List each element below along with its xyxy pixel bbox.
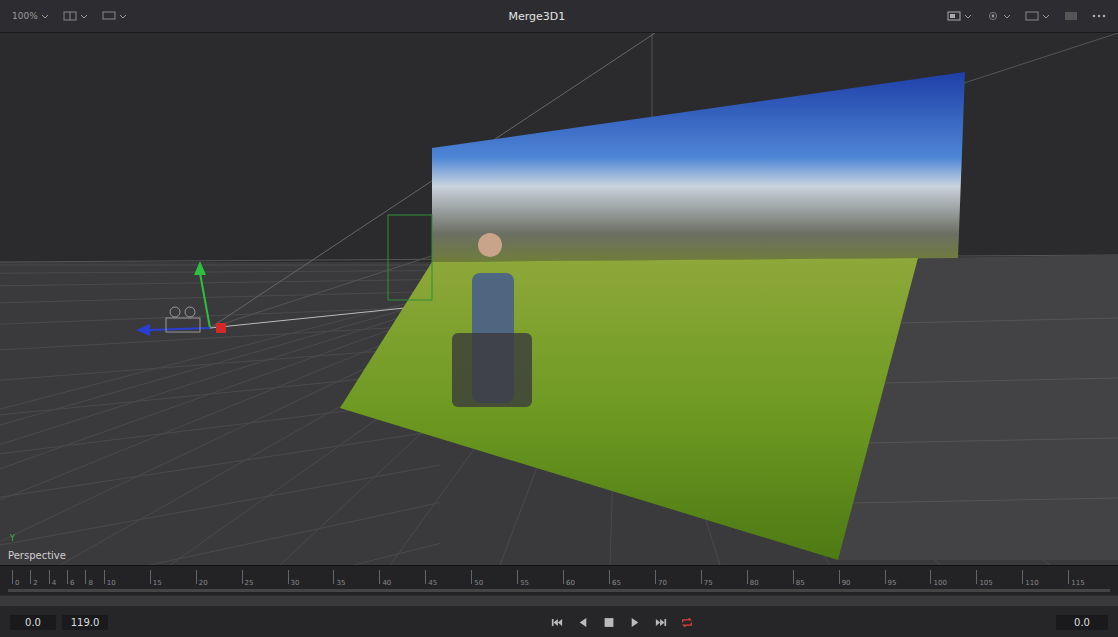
chevron-icon: [119, 14, 127, 19]
ruler-tick: 30: [288, 570, 300, 584]
viewer-toolbar: 100% Merge3D1: [0, 0, 1118, 33]
split-view-icon: [63, 11, 77, 21]
channel-dropdown[interactable]: [982, 9, 1015, 23]
display-dropdown[interactable]: [98, 9, 131, 23]
zoom-value: 100%: [12, 11, 38, 21]
bounding-box: [388, 215, 432, 300]
play-reverse-icon[interactable]: [577, 617, 589, 628]
view-dropdown[interactable]: [943, 9, 976, 23]
more-button[interactable]: [1088, 9, 1110, 23]
render-range: [8, 589, 1110, 592]
camera-icon[interactable]: [166, 318, 200, 332]
go-to-end-icon[interactable]: [655, 617, 667, 628]
ruler-tick: 110: [1022, 570, 1038, 584]
3d-viewport[interactable]: Y Perspective: [0, 33, 1118, 565]
ruler-tick: 65: [609, 570, 621, 584]
ruler-tick: 70: [655, 570, 667, 584]
ruler-tick: 60: [563, 570, 575, 584]
lut-dropdown[interactable]: [1021, 9, 1054, 23]
ruler-tick: 90: [839, 570, 851, 584]
ruler-tick: 50: [471, 570, 483, 584]
transform-gizmo[interactable]: [136, 261, 226, 336]
scrub-bar[interactable]: [0, 595, 1118, 606]
ruler-tick: 4: [49, 570, 56, 584]
x-axis-handle-icon[interactable]: [216, 323, 226, 333]
ruler-tick: 100: [930, 570, 946, 584]
transport-bar: 0.0 119.0 0.0: [0, 606, 1118, 637]
viewer-icon: [947, 11, 961, 21]
z-axis-arrow-icon[interactable]: [136, 324, 150, 336]
layout-dropdown[interactable]: [59, 9, 92, 23]
ruler-tick: 20: [196, 570, 208, 584]
ruler-tick: 95: [885, 570, 897, 584]
ruler-tick: 15: [150, 570, 162, 584]
roi-button[interactable]: [1060, 9, 1082, 23]
chevron-icon: [1042, 14, 1050, 19]
start-time-field[interactable]: 0.0: [10, 615, 56, 630]
viewer-title: Merge3D1: [508, 10, 565, 23]
ruler-tick: 55: [517, 570, 529, 584]
background-image-plane[interactable]: [432, 72, 965, 262]
fusion-viewer: 100% Merge3D1 Y Perspective 02468 10 15 20 25 30 3…: [0, 0, 1118, 637]
chevron-icon: [1003, 14, 1011, 19]
time-ruler[interactable]: 02468 10 15 20 25 30 35 40 45 50 55 60 65 70 75 80 85 90 9…: [0, 565, 1118, 595]
person-figure[interactable]: [452, 233, 532, 407]
more-icon: [1092, 11, 1106, 21]
play-icon[interactable]: [629, 617, 641, 628]
background: [0, 33, 1118, 262]
y-axis-arrow-icon[interactable]: [194, 261, 206, 275]
lut-icon: [1025, 11, 1039, 21]
chevron-icon: [964, 14, 972, 19]
ruler-tick: 25: [242, 570, 254, 584]
loop-icon[interactable]: [681, 617, 693, 628]
go-to-start-icon[interactable]: [551, 617, 563, 628]
ruler-tick: 85: [793, 570, 805, 584]
ruler-tick: 45: [425, 570, 437, 584]
color-wheel-icon: [986, 11, 1000, 21]
chevron-icon: [41, 14, 49, 19]
chevron-icon: [80, 14, 88, 19]
ruler-tick: 6: [67, 570, 74, 584]
ruler-tick: 2: [30, 570, 37, 584]
view-label: Perspective: [8, 550, 66, 561]
scene-canvas: [0, 33, 1118, 565]
roi-icon: [1064, 11, 1078, 21]
ruler-tick: 80: [747, 570, 759, 584]
zoom-dropdown[interactable]: 100%: [8, 9, 53, 23]
ground-image-plane[interactable]: [340, 258, 918, 560]
ruler-tick: 35: [333, 570, 345, 584]
current-time-field[interactable]: 0.0: [1056, 615, 1108, 630]
ruler-tick: 10: [104, 570, 116, 584]
ruler-tick: 8: [85, 570, 92, 584]
ruler-tick: 40: [379, 570, 391, 584]
monitor-icon: [102, 11, 116, 21]
ruler-tick: 115: [1068, 570, 1084, 584]
axis-indicator: Y: [10, 534, 15, 543]
ruler-tick: 105: [976, 570, 992, 584]
ruler-tick: 0: [12, 570, 19, 584]
stop-icon[interactable]: [603, 617, 615, 628]
end-time-field[interactable]: 119.0: [62, 615, 108, 630]
ruler-tick: 75: [701, 570, 713, 584]
